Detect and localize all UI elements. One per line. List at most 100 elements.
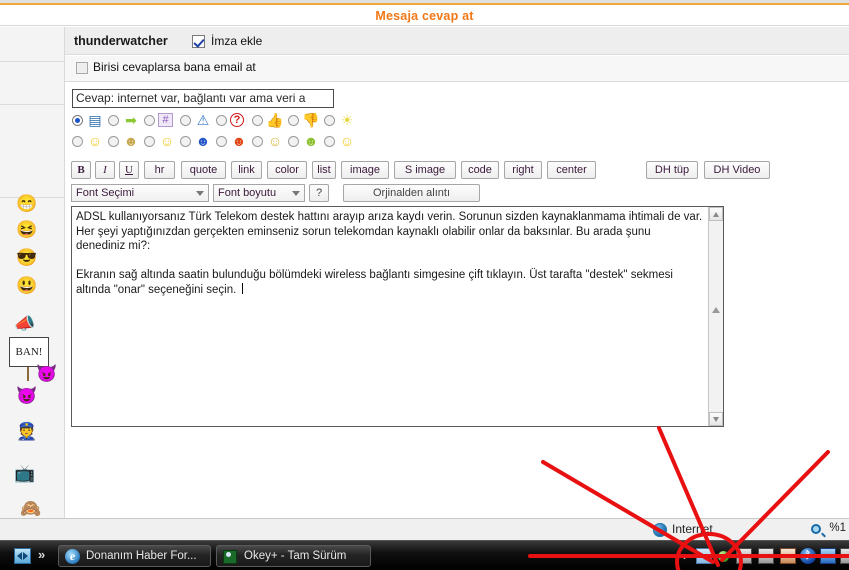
scroll-down-arrow-icon[interactable] — [709, 412, 723, 426]
dh-video-button[interactable]: DH Video — [704, 161, 770, 179]
scroll-up-arrow-icon[interactable] — [709, 207, 723, 221]
signature-checkbox[interactable] — [192, 35, 205, 48]
post-icon-lightbulb[interactable]: ☀ — [324, 111, 360, 129]
taskbar-item-browser[interactable]: e Donanım Haber For... — [58, 545, 211, 567]
zoom-magnifier-icon[interactable] — [811, 524, 821, 534]
post-icon-cool[interactable]: ☻ — [108, 132, 144, 150]
smiley-peeking-icon[interactable]: 🙈 — [14, 500, 48, 517]
wink-smiley-icon: ☺ — [159, 133, 175, 149]
quick-launch-icon[interactable] — [14, 548, 31, 564]
help-button[interactable]: ? — [309, 184, 329, 202]
triangle-down-icon — [713, 417, 719, 422]
scrollbar-thumb[interactable] — [712, 307, 720, 315]
post-icon-note[interactable]: ▤ — [72, 111, 108, 129]
smiley-king-crown-icon[interactable]: 😆 — [10, 221, 44, 238]
taskbar-item-okey[interactable]: Okey+ - Tam Sürüm — [216, 545, 371, 567]
triangle-marker-icon — [712, 307, 720, 313]
smiley-thumbs-up-icon[interactable]: 😃 — [10, 277, 44, 294]
post-icon-radio[interactable] — [216, 115, 227, 126]
post-icon-angry[interactable]: ☻ — [216, 132, 252, 150]
post-icon-radio[interactable] — [216, 136, 227, 147]
post-icon-blue-sad[interactable]: ☻ — [180, 132, 216, 150]
wireless-network-icon[interactable] — [696, 548, 712, 564]
post-icon-radio[interactable] — [252, 136, 263, 147]
angry-red-smiley-icon: ☻ — [231, 133, 247, 149]
post-icon-radio[interactable] — [324, 115, 335, 126]
zoom-level-label[interactable]: %1 — [829, 522, 846, 534]
post-icon-radio[interactable] — [72, 115, 83, 126]
tray-icon-3[interactable] — [736, 548, 752, 564]
subject-input[interactable]: Cevap: internet var, bağlantı var ama ve… — [72, 89, 334, 108]
quick-launch-chevron-icon[interactable]: » — [38, 547, 45, 562]
font-family-value: Font Seçimi — [76, 187, 135, 199]
center-button[interactable]: center — [547, 161, 596, 179]
post-icon-radio[interactable] — [252, 115, 263, 126]
tray-icon-5[interactable] — [780, 548, 796, 564]
happy-smiley-icon: ☺ — [339, 133, 355, 149]
post-icon-warning[interactable]: ⚠ — [180, 111, 216, 129]
font-size-select[interactable]: Font boyutu — [213, 184, 305, 202]
post-icon-laughing[interactable]: ☺ — [72, 132, 108, 150]
post-icon-happy[interactable]: ☺ — [324, 132, 360, 150]
post-icon-thumbs-down[interactable]: 👎 — [288, 111, 324, 129]
ban-sign-icon[interactable]: BAN! — [9, 337, 49, 367]
email-notify-checkbox[interactable] — [76, 62, 88, 74]
post-icon-radio[interactable] — [324, 136, 335, 147]
smiley-police-icon[interactable]: 👮 — [10, 423, 44, 440]
quote-original-button[interactable]: Orjinalden alıntı — [343, 184, 480, 202]
post-icon-radio[interactable] — [288, 115, 299, 126]
green-status-icon[interactable] — [718, 551, 729, 562]
laughing-smiley-icon: ☺ — [87, 133, 103, 149]
underline-button[interactable]: U — [119, 161, 139, 179]
post-icon-radio[interactable] — [144, 115, 155, 126]
post-icon-thumbs-up[interactable]: 👍 — [252, 111, 288, 129]
post-icon-sleepy[interactable]: ☺ — [252, 132, 288, 150]
text-caret — [241, 282, 243, 294]
chevron-down-icon — [196, 191, 204, 196]
post-icon-wink[interactable]: ☺ — [144, 132, 180, 150]
post-icon-radio[interactable] — [108, 115, 119, 126]
list-button[interactable]: list — [312, 161, 336, 179]
smiley-devil-icon[interactable]: 😈 — [10, 387, 44, 404]
tray-icon-7[interactable] — [820, 548, 836, 564]
color-button[interactable]: color — [267, 161, 307, 179]
image-button[interactable]: image — [341, 161, 389, 179]
post-icon-hash[interactable]: # — [144, 111, 180, 129]
post-icon-sick[interactable]: ☻ — [288, 132, 324, 150]
post-icon-radio[interactable] — [288, 136, 299, 147]
right-button[interactable]: right — [504, 161, 542, 179]
font-family-select[interactable]: Font Seçimi — [71, 184, 209, 202]
post-icon-radio[interactable] — [108, 136, 119, 147]
dh-tup-button[interactable]: DH tüp — [646, 161, 698, 179]
post-icon-radio[interactable] — [180, 136, 191, 147]
post-icon-radio[interactable] — [144, 136, 155, 147]
bluetooth-icon[interactable]: ᛒ — [800, 548, 816, 564]
textarea-scrollbar[interactable] — [708, 207, 723, 426]
smiley-big-grin-icon[interactable]: 😁 — [10, 195, 44, 212]
s-image-button[interactable]: S image — [394, 161, 456, 179]
bold-button[interactable]: B — [71, 161, 91, 179]
okey-game-icon — [223, 550, 237, 564]
code-button[interactable]: code — [461, 161, 499, 179]
chevron-down-icon — [292, 191, 300, 196]
tray-icon-8[interactable] — [840, 548, 849, 564]
blue-sad-smiley-icon: ☻ — [195, 133, 211, 149]
quote-button[interactable]: quote — [181, 161, 226, 179]
post-icon-question[interactable]: ? — [216, 111, 252, 129]
italic-button[interactable]: I — [95, 161, 115, 179]
warning-icon: ⚠ — [196, 112, 210, 128]
sidebar-segment — [0, 27, 64, 62]
tray-icon-4[interactable] — [758, 548, 774, 564]
smiley-tv-icon[interactable]: 📺 — [8, 465, 42, 482]
link-button[interactable]: link — [231, 161, 262, 179]
message-textarea[interactable]: ADSL kullanıyorsanız Türk Telekom destek… — [71, 206, 724, 427]
post-icon-radio[interactable] — [180, 115, 191, 126]
smiley-megaphone-icon[interactable]: 📣 — [8, 315, 42, 332]
hr-button[interactable]: hr — [144, 161, 175, 179]
post-icon-radio[interactable] — [72, 136, 83, 147]
smiley-holding-sign-icon[interactable]: 😈 — [30, 365, 64, 382]
tray-expand-chevron-icon[interactable]: ‹ — [682, 549, 686, 563]
email-notify-row: Birisi cevaplarsa bana email at — [65, 56, 849, 82]
post-icon-arrow[interactable]: ➡ — [108, 111, 144, 129]
smiley-sunglasses-icon[interactable]: 😎 — [10, 249, 44, 266]
